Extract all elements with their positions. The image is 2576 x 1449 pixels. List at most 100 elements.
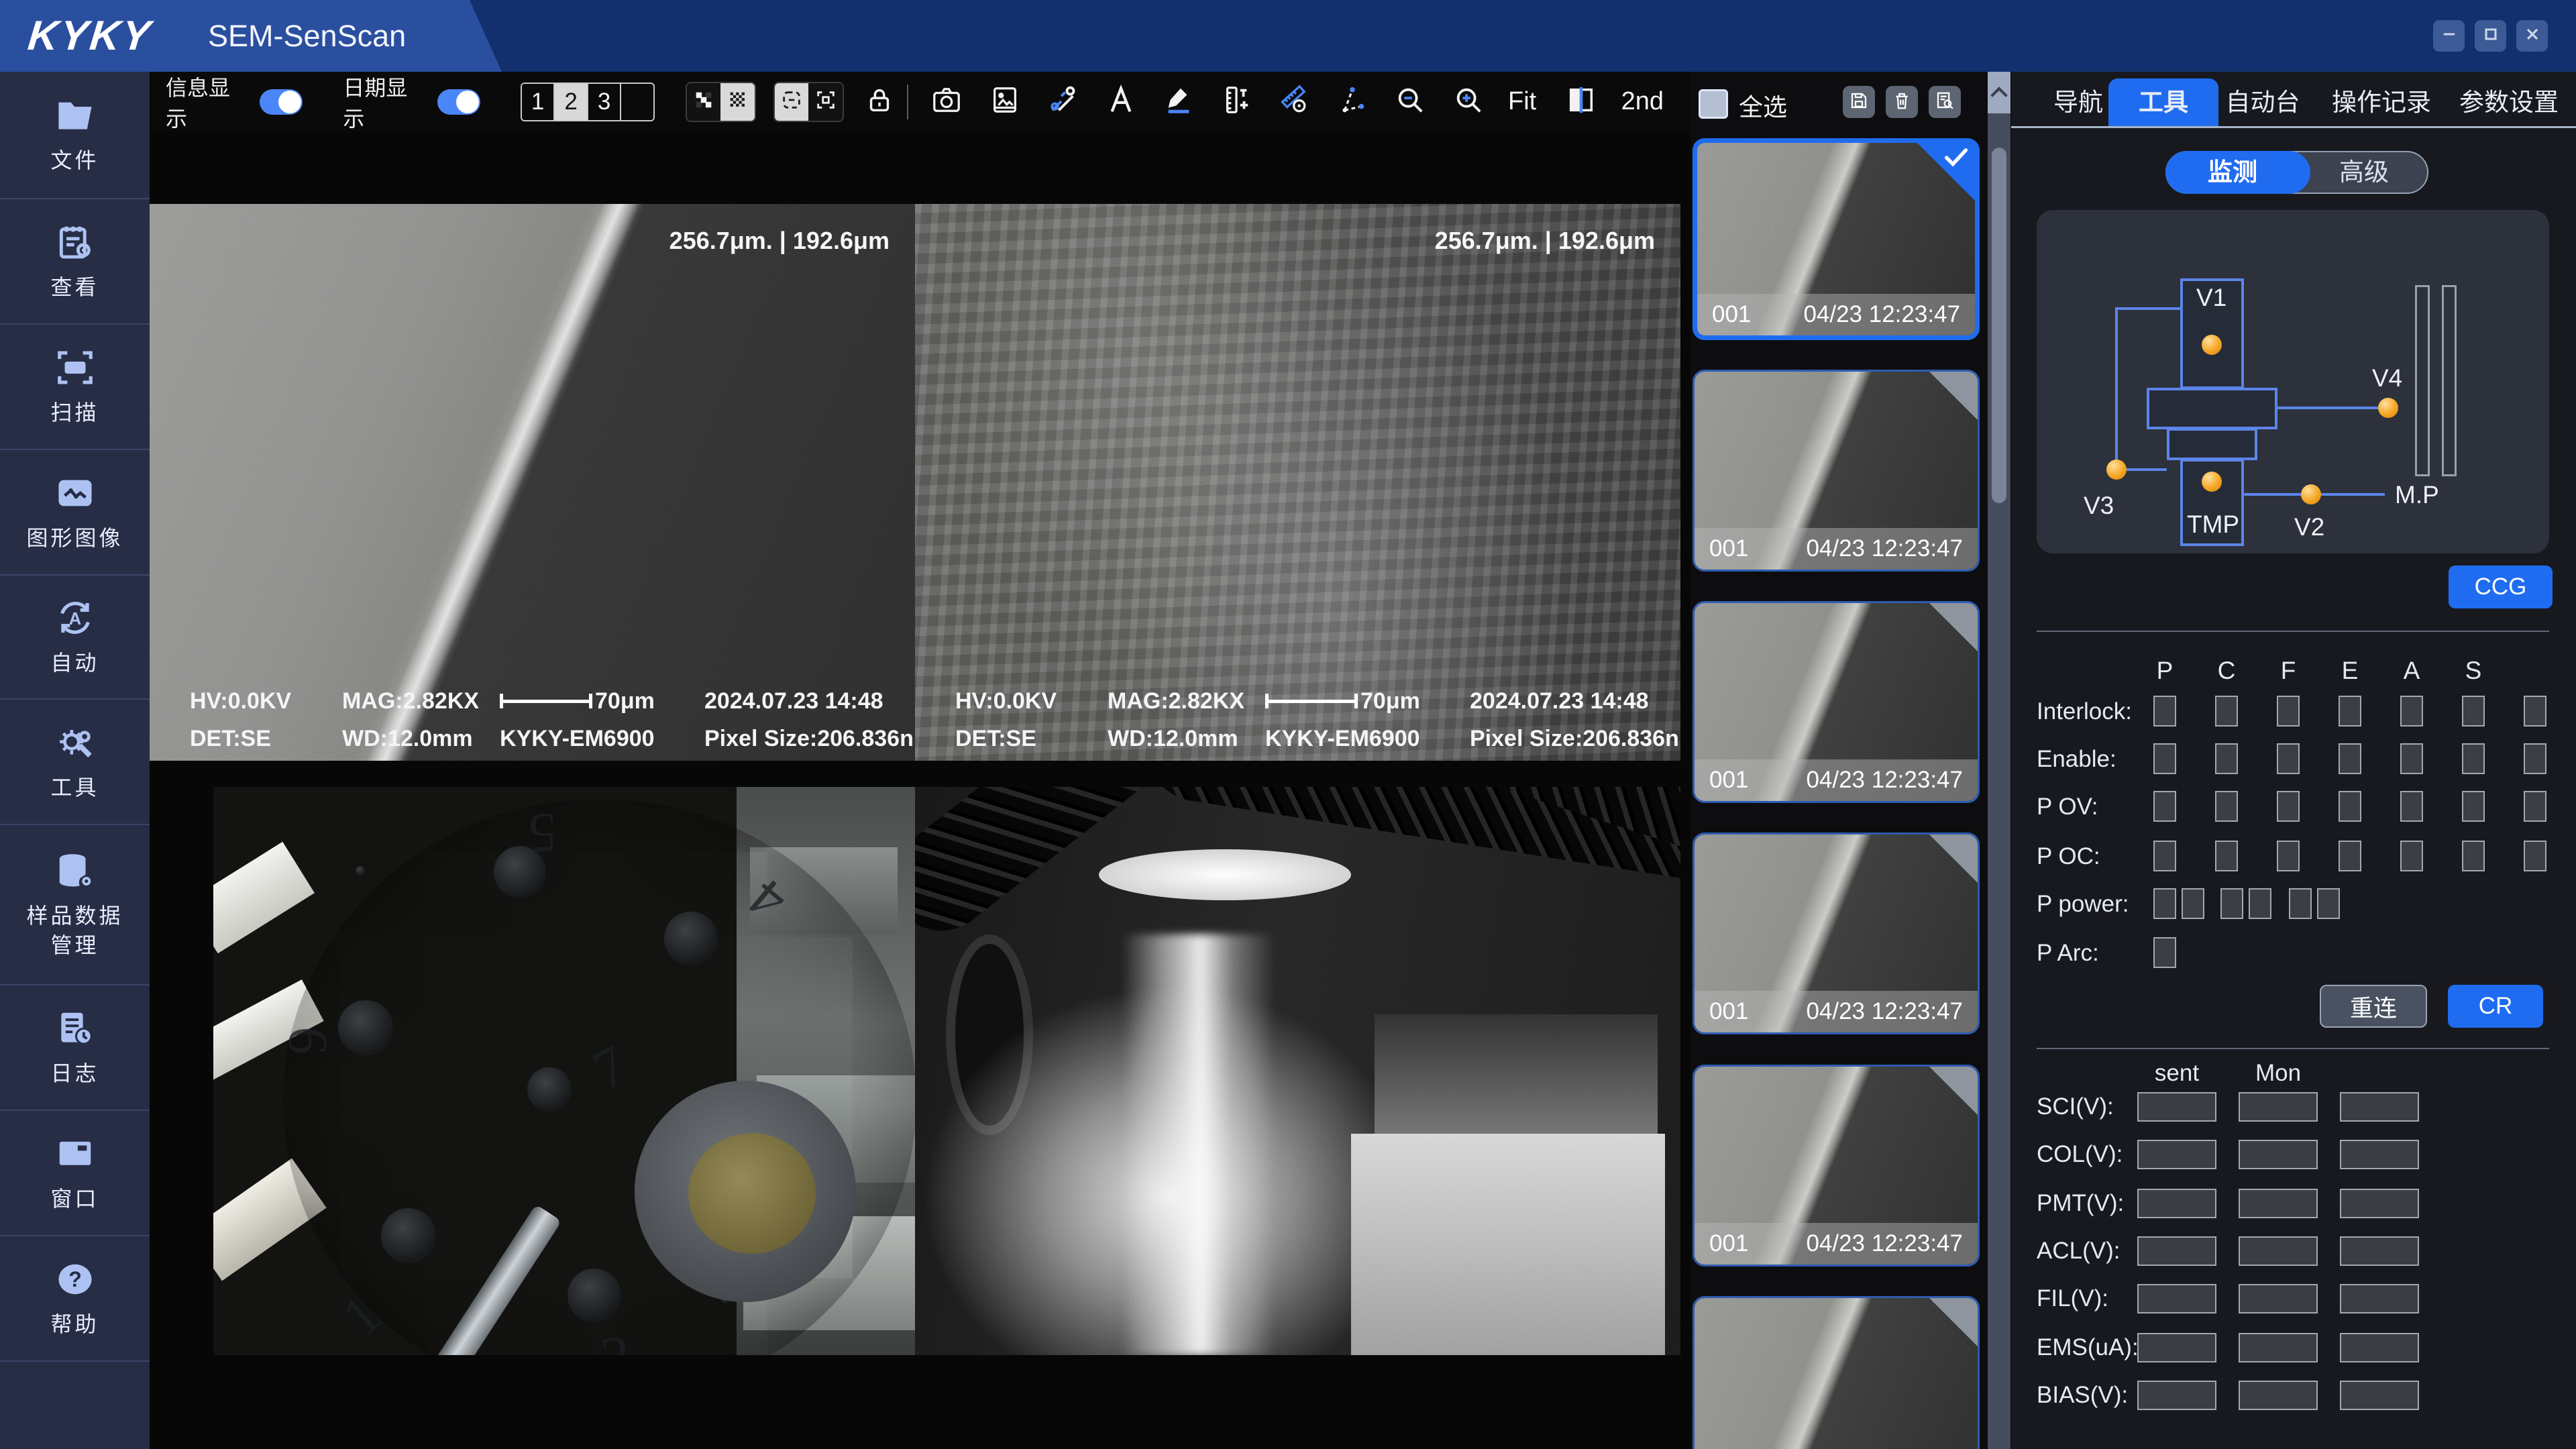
mode-toggle[interactable]: 监测 高级 xyxy=(2165,151,2428,194)
status-checkbox[interactable] xyxy=(2153,841,2176,871)
value-input[interactable] xyxy=(2340,1092,2419,1122)
tab-1-导航[interactable]: 导航 xyxy=(2038,78,2118,127)
coarse-dither-button[interactable] xyxy=(687,83,720,121)
value-input[interactable] xyxy=(2137,1140,2216,1169)
minimize-button[interactable] xyxy=(2433,20,2465,52)
status-checkbox[interactable] xyxy=(2182,888,2204,919)
sidebar-item-3[interactable]: 扫描 xyxy=(0,325,150,450)
thumbnail-4[interactable]: 00104/23 12:23:47 xyxy=(1693,833,1980,1034)
valve-v3-indicator[interactable] xyxy=(2106,460,2127,480)
value-input[interactable] xyxy=(2239,1333,2318,1362)
value-input[interactable] xyxy=(2239,1140,2318,1169)
status-checkbox[interactable] xyxy=(2524,841,2546,871)
status-checkbox[interactable] xyxy=(2462,841,2485,871)
maximize-button[interactable] xyxy=(2475,20,2506,52)
lock-button[interactable] xyxy=(861,82,898,122)
status-checkbox[interactable] xyxy=(2339,696,2361,727)
valve-v1-indicator[interactable] xyxy=(2202,335,2222,355)
search-report-button[interactable] xyxy=(1929,86,1961,118)
sidebar-item-10[interactable]: ?帮助 xyxy=(0,1236,150,1362)
value-input[interactable] xyxy=(2137,1189,2216,1218)
status-checkbox[interactable] xyxy=(2339,743,2361,774)
sidebar-item-6[interactable]: 工具 xyxy=(0,700,150,825)
status-checkbox[interactable] xyxy=(2277,791,2300,822)
sidebar-item-5[interactable]: A自动 xyxy=(0,576,150,700)
thumbnail-6[interactable]: 00104/23 12:23:47 xyxy=(1693,1296,1980,1449)
scrollbar-thumb[interactable] xyxy=(1992,148,2006,503)
image-tools-button[interactable] xyxy=(1044,82,1081,122)
zoom-out-button[interactable] xyxy=(1392,82,1428,122)
status-checkbox[interactable] xyxy=(2400,791,2423,822)
valve-v4-indicator[interactable] xyxy=(2378,398,2398,418)
view-count-segment-3[interactable]: 3 xyxy=(587,84,621,120)
pen-annotation-button[interactable] xyxy=(1161,82,1197,122)
status-checkbox[interactable] xyxy=(2400,696,2423,727)
delete-thumbnails-button[interactable] xyxy=(1886,86,1918,118)
fine-dither-button[interactable] xyxy=(720,83,754,121)
second-view-button[interactable]: 2nd xyxy=(1621,87,1664,116)
status-checkbox[interactable] xyxy=(2317,888,2340,919)
status-checkbox[interactable] xyxy=(2524,743,2546,774)
sidebar-item-7[interactable]: 样品数据管理 xyxy=(0,825,150,985)
mode-monitor[interactable]: 监测 xyxy=(2167,152,2298,193)
mode-advanced[interactable]: 高级 xyxy=(2298,152,2430,193)
thumbnail-1[interactable]: 00104/23 12:23:47 xyxy=(1693,138,1980,340)
status-checkbox[interactable] xyxy=(2277,743,2300,774)
split-view-button[interactable] xyxy=(1563,82,1599,122)
thumbnail-3[interactable]: 00104/23 12:23:47 xyxy=(1693,601,1980,803)
status-checkbox[interactable] xyxy=(2215,743,2238,774)
angle-measure-button[interactable] xyxy=(1334,82,1371,122)
thumbnail-2[interactable]: 00104/23 12:23:47 xyxy=(1693,370,1980,572)
fit-button[interactable]: Fit xyxy=(1508,87,1536,116)
status-checkbox[interactable] xyxy=(2153,743,2176,774)
value-input[interactable] xyxy=(2340,1381,2419,1410)
dashed-frame-button[interactable] xyxy=(775,83,808,121)
status-checkbox[interactable] xyxy=(2220,888,2243,919)
value-input[interactable] xyxy=(2137,1284,2216,1313)
status-checkbox[interactable] xyxy=(2277,841,2300,871)
status-checkbox[interactable] xyxy=(2289,888,2312,919)
thumbnail-5[interactable]: 00104/23 12:23:47 xyxy=(1693,1065,1980,1267)
info-display-toggle[interactable] xyxy=(260,89,303,115)
status-checkbox[interactable] xyxy=(2215,696,2238,727)
sidebar-item-1[interactable]: 文件 xyxy=(0,72,150,199)
valve-v2-indicator[interactable] xyxy=(2301,484,2321,504)
status-checkbox[interactable] xyxy=(2153,888,2176,919)
ccg-button[interactable]: CCG xyxy=(2449,566,2553,608)
value-input[interactable] xyxy=(2137,1381,2216,1410)
value-input[interactable] xyxy=(2340,1284,2419,1313)
status-checkbox[interactable] xyxy=(2462,743,2485,774)
view-count-segment-blank[interactable] xyxy=(620,84,653,120)
status-checkbox[interactable] xyxy=(2400,841,2423,871)
protractor-button[interactable] xyxy=(1276,82,1312,122)
scroll-up-button[interactable] xyxy=(1988,72,2010,113)
status-checkbox[interactable] xyxy=(2339,791,2361,822)
tab-3-自动台[interactable]: 自动台 xyxy=(2212,78,2313,127)
status-checkbox[interactable] xyxy=(2153,696,2176,727)
status-checkbox[interactable] xyxy=(2215,791,2238,822)
sem-image-1[interactable]: 256.7μm. | 192.6μm HV:0.0KV MAG:2.82KX 7… xyxy=(150,204,915,761)
sidebar-item-2[interactable]: 查看 xyxy=(0,199,150,325)
sidebar-item-4[interactable]: 图形图像 xyxy=(0,450,150,576)
value-input[interactable] xyxy=(2137,1092,2216,1122)
select-all-checkbox[interactable] xyxy=(1699,89,1728,119)
status-checkbox[interactable] xyxy=(2153,937,2176,968)
value-input[interactable] xyxy=(2137,1236,2216,1266)
save-thumbnails-button[interactable] xyxy=(1843,86,1875,118)
value-input[interactable] xyxy=(2239,1092,2318,1122)
status-checkbox[interactable] xyxy=(2249,888,2271,919)
status-checkbox[interactable] xyxy=(2215,841,2238,871)
status-checkbox[interactable] xyxy=(2277,696,2300,727)
status-checkbox[interactable] xyxy=(2524,696,2546,727)
solid-frame-button[interactable] xyxy=(808,83,842,121)
save-image-button[interactable] xyxy=(987,82,1023,122)
snapshot-button[interactable] xyxy=(928,82,965,122)
tab-5-参数设置[interactable]: 参数设置 xyxy=(2449,78,2569,127)
view-count-segment-2[interactable]: 2 xyxy=(553,84,587,120)
value-input[interactable] xyxy=(2239,1284,2318,1313)
status-checkbox[interactable] xyxy=(2524,791,2546,822)
tab-4-操作记录[interactable]: 操作记录 xyxy=(2321,78,2442,127)
status-checkbox[interactable] xyxy=(2462,791,2485,822)
view-count-segment-1[interactable]: 1 xyxy=(522,84,554,120)
tmp-indicator[interactable] xyxy=(2202,472,2222,492)
